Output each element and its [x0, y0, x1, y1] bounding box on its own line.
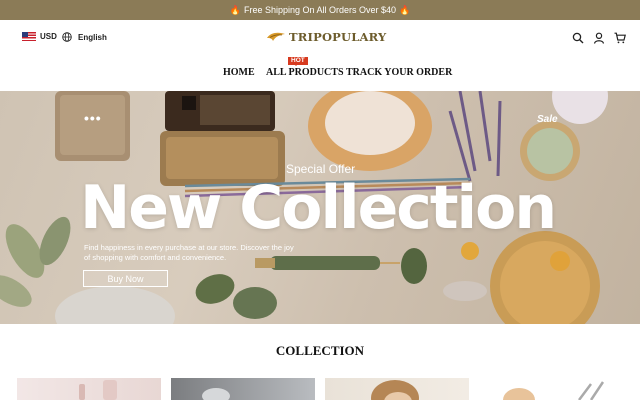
us-flag-icon: [22, 32, 36, 41]
hero-headline: New Collection: [80, 173, 557, 243]
sale-label: Sale: [537, 114, 558, 125]
collection-thumbnail[interactable]: [325, 378, 469, 400]
product-image: [503, 381, 605, 400]
user-icon[interactable]: [593, 31, 605, 44]
buy-now-label: Buy Now: [107, 273, 144, 284]
product-image: [202, 388, 230, 400]
announcement-text: Free Shipping On All Orders Over $40: [243, 5, 397, 15]
language-selector[interactable]: English: [62, 32, 107, 42]
collection-thumbnail[interactable]: [479, 378, 623, 400]
main-nav: HOME HOT ALL PRODUCTS TRACK YOUR ORDER: [0, 56, 640, 90]
globe-icon: [62, 32, 72, 42]
logo-text: TRIPOPULARY: [289, 30, 387, 44]
search-icon[interactable]: [572, 31, 584, 44]
currency-label: USD: [40, 32, 57, 41]
collection-thumbnail[interactable]: [17, 378, 161, 400]
product-image: [371, 380, 419, 400]
nav-item-label: TRACK YOUR ORDER: [346, 67, 453, 78]
nav-item-label: HOME: [223, 67, 255, 78]
nav-item-track-order[interactable]: TRACK YOUR ORDER: [346, 67, 452, 78]
collection-title: COLLECTION: [275, 343, 365, 358]
announcement-bar: 🔥 Free Shipping On All Orders Over $40 🔥: [0, 0, 640, 20]
more-dots-icon: •••: [84, 110, 102, 126]
nav-item-home[interactable]: HOME: [223, 67, 255, 78]
header-icons: [572, 31, 626, 44]
logo-wing-icon: [267, 32, 285, 41]
language-label: English: [78, 32, 107, 42]
nav-item-label: ALL PRODUCTS: [266, 67, 344, 78]
site-logo[interactable]: TRIPOPULARY: [266, 30, 386, 44]
hot-badge: HOT: [288, 57, 308, 66]
cart-icon[interactable]: [614, 31, 626, 44]
nav-item-all-products[interactable]: HOT ALL PRODUCTS: [266, 57, 344, 78]
product-image: [79, 380, 117, 400]
flame-icon: 🔥: [229, 4, 241, 15]
currency-selector[interactable]: USD: [22, 32, 57, 41]
flame-icon: 🔥: [399, 4, 411, 15]
site-header: USD English TRIPOPULARY: [0, 20, 640, 56]
hero-description: Find happiness in every purchase at our …: [84, 243, 294, 262]
collection-thumbnail[interactable]: [171, 378, 315, 400]
hero-banner: ••• Sale Special Offer New Collection Fi…: [0, 91, 640, 324]
buy-now-button[interactable]: Buy Now: [83, 270, 168, 287]
